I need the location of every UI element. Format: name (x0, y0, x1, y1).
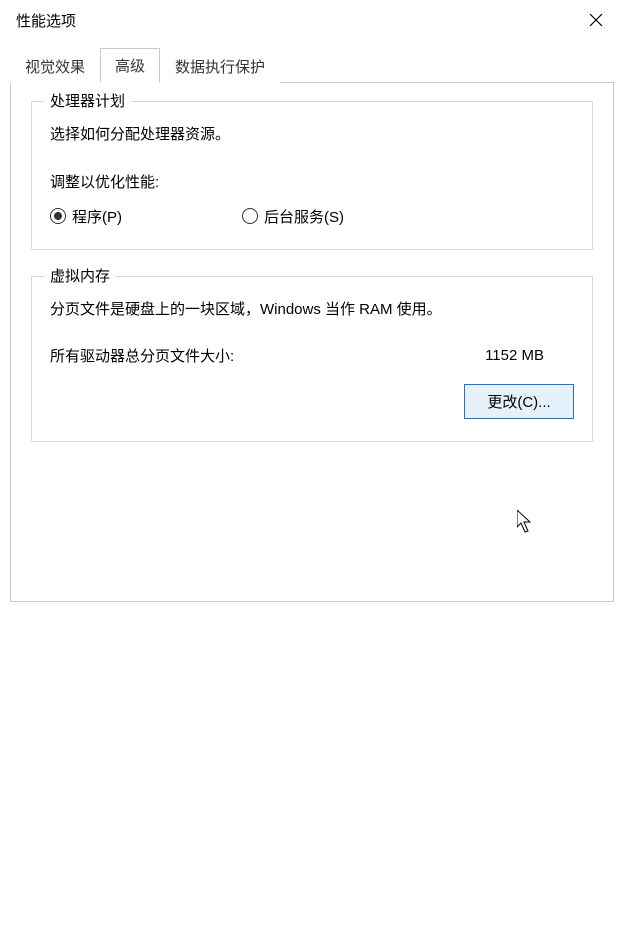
close-icon (589, 13, 603, 27)
vm-description: 分页文件是硬盘上的一块区域，Windows 当作 RAM 使用。 (50, 299, 574, 322)
close-button[interactable] (580, 4, 612, 36)
vm-button-row: 更改(C)... (50, 384, 574, 419)
radio-programs[interactable]: 程序(P) (50, 206, 122, 227)
tab-advanced[interactable]: 高级 (100, 48, 160, 83)
vm-total-value: 1152 MB (485, 347, 574, 364)
adjust-label: 调整以优化性能: (50, 171, 574, 192)
radio-row: 程序(P) 后台服务(S) (50, 206, 574, 227)
group-virtual-memory: 虚拟内存 分页文件是硬盘上的一块区域，Windows 当作 RAM 使用。 所有… (31, 276, 593, 443)
vm-total-row: 所有驱动器总分页文件大小: 1152 MB (50, 345, 574, 366)
group-legend-processor: 处理器计划 (44, 90, 131, 111)
processor-description: 选择如何分配处理器资源。 (50, 124, 574, 147)
group-legend-vm: 虚拟内存 (44, 265, 116, 286)
radio-circle-icon (242, 208, 258, 224)
group-processor-scheduling: 处理器计划 选择如何分配处理器资源。 调整以优化性能: 程序(P) 后台服务(S… (31, 101, 593, 250)
vm-total-label: 所有驱动器总分页文件大小: (50, 345, 234, 366)
window-title: 性能选项 (16, 10, 76, 31)
tabstrip: 视觉效果 高级 数据执行保护 (10, 48, 614, 83)
radio-background-services[interactable]: 后台服务(S) (242, 206, 344, 227)
content-area: 视觉效果 高级 数据执行保护 处理器计划 选择如何分配处理器资源。 调整以优化性… (0, 40, 624, 612)
radio-programs-label: 程序(P) (72, 206, 122, 227)
radio-circle-icon (50, 208, 66, 224)
titlebar: 性能选项 (0, 0, 624, 40)
radio-background-label: 后台服务(S) (264, 206, 344, 227)
tab-dep[interactable]: 数据执行保护 (160, 49, 280, 83)
change-button[interactable]: 更改(C)... (464, 384, 574, 419)
tab-visual-effects[interactable]: 视觉效果 (10, 49, 100, 83)
tabpanel-advanced: 处理器计划 选择如何分配处理器资源。 调整以优化性能: 程序(P) 后台服务(S… (10, 82, 614, 602)
